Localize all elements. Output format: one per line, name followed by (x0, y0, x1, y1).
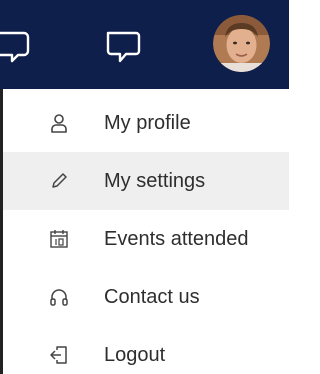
chat-icon[interactable] (92, 0, 152, 89)
comment-icon[interactable] (0, 0, 40, 89)
menu-item-contact-us[interactable]: Contact us (3, 268, 289, 326)
menu-label-events-attended: Events attended (104, 227, 249, 250)
user-dropdown-menu: My profile My settings Events attended C… (0, 89, 289, 374)
logout-icon (47, 343, 71, 367)
top-navigation-bar (0, 0, 289, 89)
menu-item-my-profile[interactable]: My profile (3, 94, 289, 152)
menu-item-my-settings[interactable]: My settings (3, 152, 289, 210)
menu-label-my-profile: My profile (104, 111, 191, 134)
menu-label-contact-us: Contact us (104, 285, 200, 308)
calendar-icon (47, 227, 71, 251)
menu-item-logout[interactable]: Logout (3, 326, 289, 374)
menu-label-my-settings: My settings (104, 169, 206, 192)
app-frame: My profile My settings Events attended C… (0, 0, 289, 374)
user-avatar[interactable] (213, 15, 270, 72)
user-icon (47, 111, 71, 135)
menu-label-logout: Logout (104, 343, 166, 366)
pencil-icon (47, 169, 71, 193)
headset-icon (47, 285, 71, 309)
user-avatar-photo (213, 15, 270, 72)
menu-item-events-attended[interactable]: Events attended (3, 210, 289, 268)
